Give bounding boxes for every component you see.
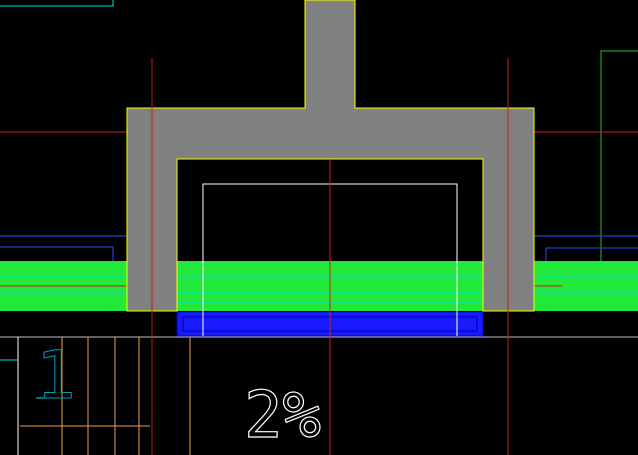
level-mark: 1 — [36, 337, 76, 414]
frame-fragment-top-left — [0, 0, 114, 7]
slope-annotation: 2% — [244, 379, 321, 453]
guide-line-blue-left-2 — [0, 246, 114, 262]
cad-drawing-canvas: 1 2% — [0, 0, 638, 455]
guide-line-right-green — [600, 50, 638, 262]
guide-line-blue-right-2 — [545, 247, 638, 262]
